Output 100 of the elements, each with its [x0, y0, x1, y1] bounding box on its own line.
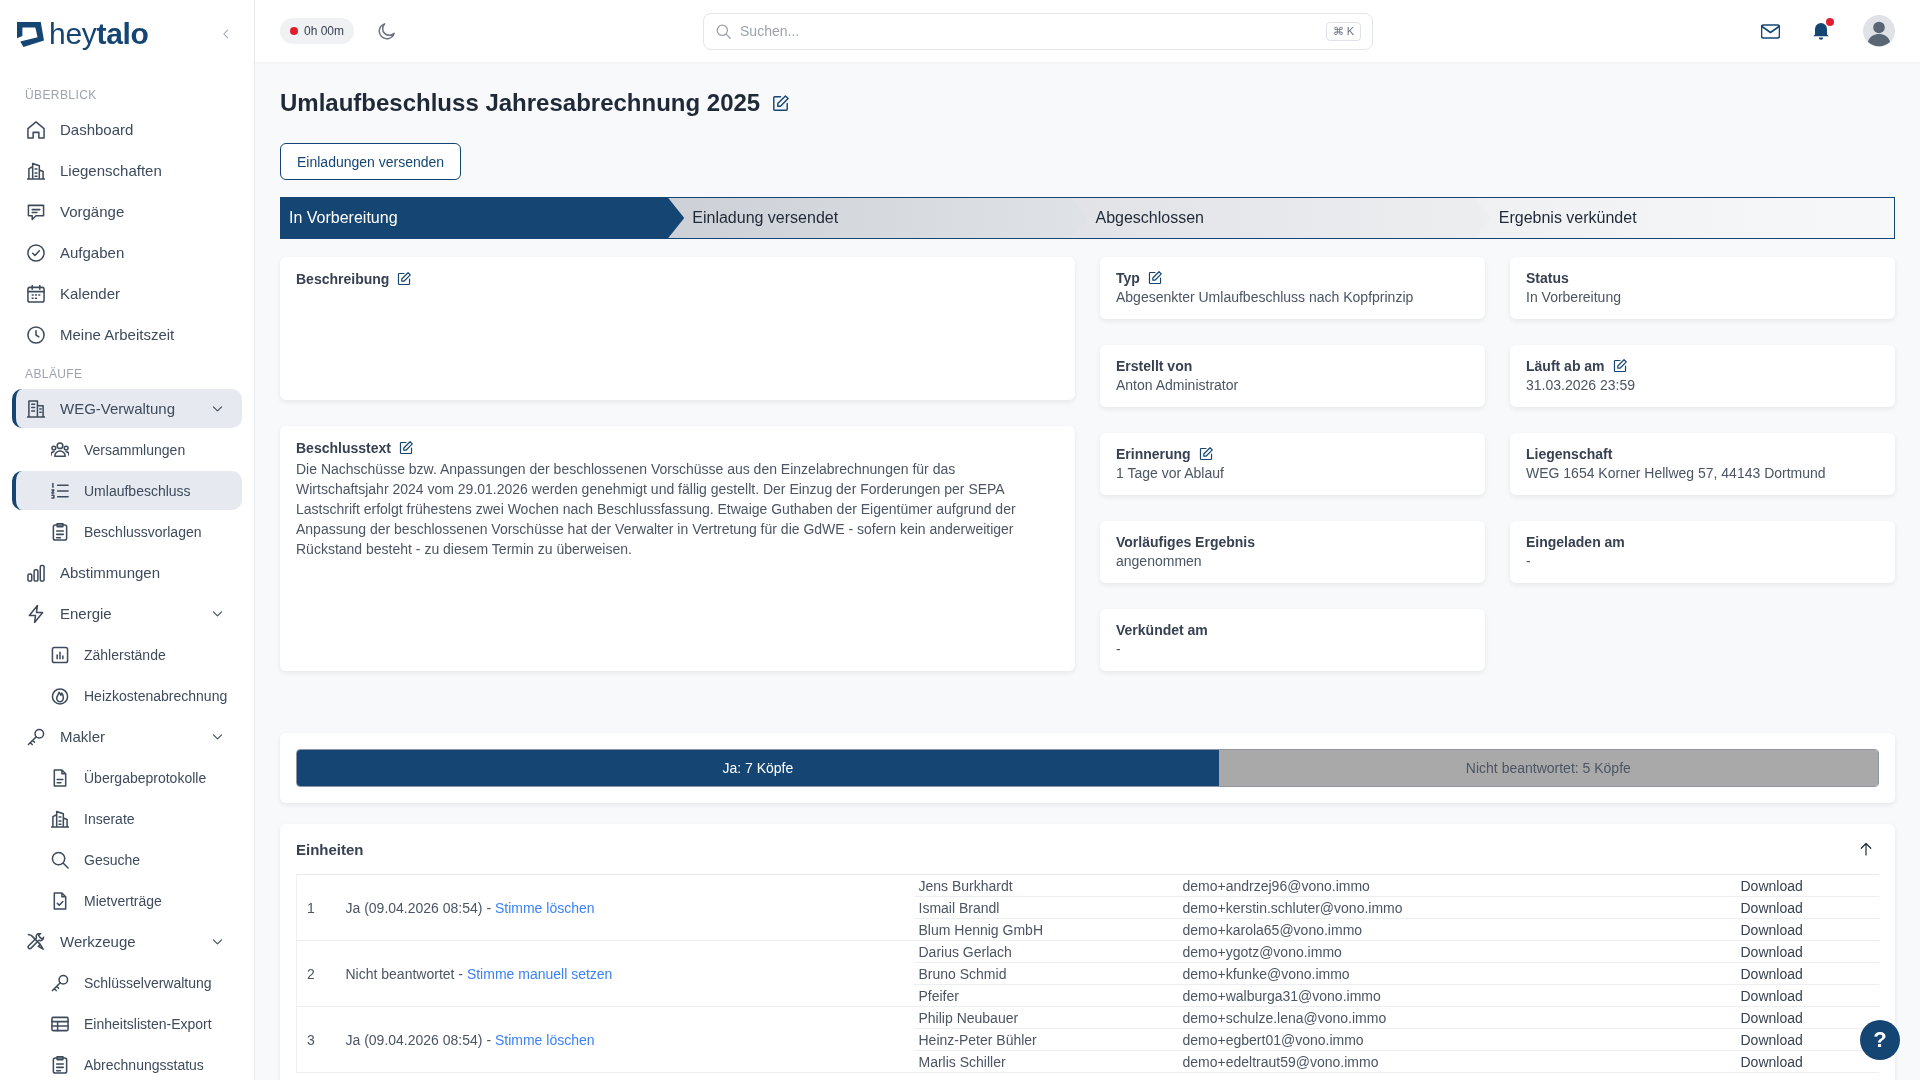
edit-icon[interactable] — [398, 440, 413, 455]
download-link[interactable]: Download — [1740, 877, 1803, 894]
sidebar-subitem[interactable]: Übergabeprotokolle — [12, 758, 242, 797]
key-icon — [27, 727, 45, 746]
download-link[interactable]: Download — [1740, 965, 1803, 982]
sidebar-subitem[interactable]: Gesuche — [12, 840, 242, 879]
vote-action-link[interactable]: Stimme manuell setzen — [466, 965, 613, 982]
owner-email: demo+egbert01@vono.immo — [1182, 1031, 1364, 1048]
sidebar-subitem[interactable]: Versammlungen — [12, 430, 242, 469]
owner-name: Bruno Schmid — [918, 965, 1007, 982]
sidebar-item[interactable]: Meine Arbeitszeit — [12, 315, 242, 354]
edit-icon[interactable] — [1147, 270, 1162, 285]
avatar-icon[interactable] — [1863, 15, 1895, 47]
table-icon — [51, 1014, 69, 1033]
card-title: Beschlusstext — [296, 439, 391, 456]
moon-icon[interactable] — [378, 22, 397, 40]
download-link[interactable]: Download — [1740, 899, 1803, 916]
recording-dot-icon — [290, 27, 298, 35]
sidebar-subitem[interactable]: Einheitslisten-Export — [12, 1004, 242, 1043]
detail-value: Anton Administrator — [1116, 376, 1239, 395]
edit-icon[interactable] — [772, 94, 790, 112]
download-link[interactable]: Download — [1740, 943, 1803, 960]
shortcut-hint: ⌘ K — [1325, 21, 1362, 41]
arrow-up-icon[interactable] — [1859, 842, 1873, 856]
sidebar-item[interactable]: Abstimmungen — [12, 553, 242, 592]
send-invitations-button[interactable]: Einladungen versenden — [280, 143, 462, 180]
detail-value: - — [1116, 640, 1121, 659]
sidebar-item[interactable]: Dashboard — [12, 110, 242, 149]
owner-name: Darius Gerlach — [918, 943, 1012, 960]
numbered-list-icon — [51, 481, 69, 500]
unit-number: 1 — [307, 899, 315, 916]
edit-icon[interactable] — [397, 271, 412, 286]
detail-label: Verkündet am — [1116, 621, 1208, 638]
sidebar-subitem[interactable]: Beschlussvorlagen — [12, 512, 242, 551]
download-link[interactable]: Download — [1740, 1009, 1803, 1026]
vote-action-link[interactable]: Stimme löschen — [494, 1031, 595, 1048]
sidebar-item[interactable]: Energie — [12, 594, 242, 633]
detail-label: Vorläufiges Ergebnis — [1116, 533, 1255, 550]
progress-step: Abgeschlossen — [1071, 198, 1491, 238]
office-building-icon — [27, 399, 45, 418]
sidebar-subitem[interactable]: Heizkostenabrechnung — [12, 676, 242, 715]
sidebar-subitem[interactable]: Inserate — [12, 799, 242, 838]
logo-icon — [17, 21, 44, 47]
sidebar-item[interactable]: WEG-Verwaltung — [12, 389, 242, 428]
detail-value: - — [1526, 552, 1531, 571]
sidebar-item[interactable]: Vorgänge — [12, 192, 242, 231]
sidebar-item[interactable]: Aufgaben — [12, 233, 242, 272]
tools-icon — [27, 932, 45, 951]
owner-email: demo+walburga31@vono.immo — [1182, 987, 1381, 1004]
vote-status: Ja (09.04.2026 08:54) - Stimme löschen — [345, 899, 595, 916]
clock-icon — [27, 325, 45, 344]
edit-icon[interactable] — [1198, 446, 1213, 461]
vote-action-link[interactable]: Stimme löschen — [494, 899, 595, 916]
download-link[interactable]: Download — [1740, 921, 1803, 938]
owner-name: Ismail Brandl — [918, 899, 1000, 916]
owner-email: demo+schulze.lena@vono.immo — [1182, 1009, 1387, 1026]
owner-name: Blum Hennig GmbH — [918, 921, 1043, 938]
sidebar-item[interactable]: Kalender — [12, 274, 242, 313]
detail-value: 1 Tage vor Ablauf — [1116, 464, 1224, 483]
resolution-text: Die Nachschüsse bzw. Anpassungen der beschlossenen Vorschüsse aus den Einzelabrechnungen für das Wirtschaftsjahr 2024 vom 29.01.2026 werden genehmigt und fällig gestellt. Der Einzug der Forderungen per SEPA Lastschrift erfolgt frühestens zwei Wochen nach Beschlussfassung. Etwaige Guthaben der Eigentümer aufgrund der Anpassung der beschlossenen Vorschüsse hat der Verwalter in Vertretung für die GdWE - sofern kein anderweitiger Rückstand besteht - zu diesem Termin zu überweisen. — [296, 460, 1017, 559]
unit-number: 2 — [307, 965, 315, 982]
download-link[interactable]: Download — [1740, 1053, 1803, 1070]
mail-icon[interactable] — [1761, 21, 1780, 41]
timer-button[interactable]: 0h 00m — [280, 18, 355, 44]
document-icon — [51, 768, 69, 787]
edit-icon[interactable] — [1612, 358, 1627, 373]
sidebar-subitem[interactable]: Umlaufbeschluss — [12, 471, 242, 510]
owner-name: Heinz-Peter Bühler — [918, 1031, 1037, 1048]
bar-chart-icon — [27, 563, 45, 582]
lightning-icon — [27, 604, 45, 623]
chart-square-icon — [51, 645, 69, 664]
download-link[interactable]: Download — [1740, 1031, 1803, 1048]
sidebar-subitem[interactable]: Mietverträge — [12, 881, 242, 920]
sidebar-subitem[interactable]: Zählerstände — [12, 635, 242, 674]
vote-status: Ja (09.04.2026 08:54) - Stimme löschen — [345, 1031, 595, 1048]
vote-bar-segment: Nicht beantwortet: 5 Köpfe — [1218, 750, 1878, 786]
search-icon — [51, 850, 69, 869]
owner-email: demo+ygotz@vono.immo — [1182, 943, 1342, 960]
detail-label: Läuft ab am — [1526, 357, 1605, 374]
sidebar-subitem[interactable]: Abrechnungsstatus — [12, 1045, 242, 1080]
bell-icon[interactable] — [1813, 22, 1829, 40]
owner-email: demo+edeltraut59@vono.immo — [1182, 1053, 1379, 1070]
page-title: Umlaufbeschluss Jahresabrechnung 2025 — [280, 89, 761, 117]
download-link[interactable]: Download — [1740, 987, 1803, 1004]
detail-value: In Vorbereitung — [1526, 288, 1621, 307]
building-icon — [27, 161, 45, 180]
detail-value: Abgesenkter Umlaufbeschluss nach Kopfprinzip — [1116, 288, 1414, 307]
house-icon — [27, 120, 45, 139]
vote-status: Nicht beantwortet - Stimme manuell setzen — [345, 965, 613, 982]
check-circle-icon — [27, 243, 45, 262]
sidebar-subitem[interactable]: Schlüsselverwaltung — [12, 963, 242, 1002]
flame-circle-icon — [51, 686, 69, 705]
sidebar-item[interactable]: Makler — [12, 717, 242, 756]
sidebar-item[interactable]: Werkzeuge — [12, 922, 242, 961]
people-icon — [51, 440, 69, 459]
sidebar-item[interactable]: Liegenschaften — [12, 151, 242, 190]
section-heading: ABLÄUFE — [24, 366, 84, 383]
search-icon — [716, 23, 732, 39]
owner-email: demo+andrzej96@vono.immo — [1182, 877, 1370, 894]
key-icon — [51, 973, 69, 992]
